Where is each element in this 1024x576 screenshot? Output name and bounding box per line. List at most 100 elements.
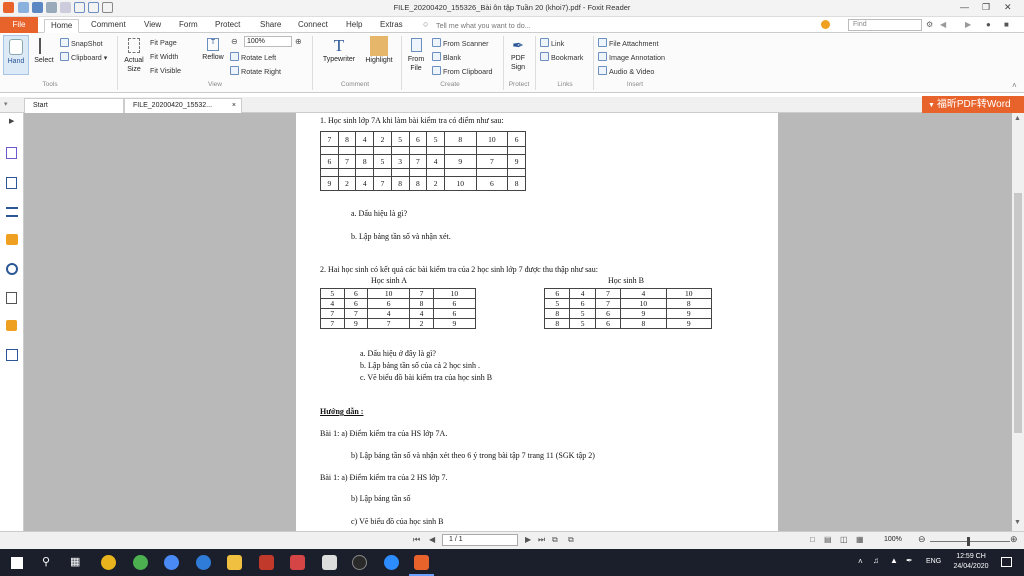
bookmarks-icon[interactable] [6, 147, 17, 159]
app-icon[interactable] [290, 555, 305, 570]
fit-visible-button[interactable]: Fit Visible [150, 66, 181, 75]
tab-view[interactable]: View [138, 19, 167, 33]
coccoc-icon[interactable] [133, 555, 148, 570]
close-button[interactable]: ✕ [1004, 2, 1012, 13]
prev-page-icon[interactable]: ◀ [429, 535, 435, 544]
thumbs-icon[interactable] [821, 20, 830, 29]
scroll-up-icon[interactable]: ▲ [1014, 115, 1021, 122]
link-button[interactable]: Link [540, 38, 564, 48]
from-scanner-button[interactable]: From Scanner [432, 38, 489, 48]
network-icon[interactable]: ▲ [890, 556, 898, 565]
tab-home[interactable]: Home [44, 19, 80, 33]
prev-view-icon[interactable]: ⧉ [552, 535, 558, 545]
hand-button[interactable]: Hand [3, 35, 29, 75]
zoom-in-icon[interactable]: ⊕ [295, 37, 302, 46]
pen-tray-icon[interactable]: ✒ [906, 556, 913, 565]
zoom-app-icon[interactable] [384, 555, 399, 570]
user-icon[interactable]: ● [986, 20, 991, 29]
zoom-in-status-icon[interactable]: ⊕ [1010, 534, 1018, 545]
tab-comment[interactable]: Comment [85, 19, 132, 33]
tab-help[interactable]: Help [340, 19, 368, 33]
layers-icon[interactable] [6, 207, 18, 217]
browser-icon[interactable] [164, 555, 179, 570]
last-page-icon[interactable]: ⏭ [538, 535, 545, 545]
blank-button[interactable]: Blank [432, 52, 461, 62]
pages-icon[interactable] [6, 177, 17, 189]
select-button[interactable]: Select [32, 35, 56, 75]
tab-list-icon[interactable]: ▾ [4, 100, 8, 108]
comments-icon[interactable] [6, 234, 18, 245]
find-input[interactable]: Find [848, 19, 922, 31]
next-result-icon[interactable]: ▶ [965, 20, 971, 29]
unikey-icon[interactable] [352, 555, 367, 570]
search-icon[interactable]: ⚲ [42, 555, 50, 568]
tray-chevron-icon[interactable]: ˄ [858, 557, 863, 566]
tab-document[interactable]: FILE_20200420_15532... × [124, 98, 242, 113]
zoom-slider[interactable] [930, 541, 1010, 542]
file-attachment-button[interactable]: File Attachment [598, 38, 659, 48]
find-options-icon[interactable]: ⚙ [926, 20, 933, 29]
volume-icon[interactable]: ♫ [873, 556, 879, 565]
facing-icon[interactable]: ◫ [840, 535, 848, 544]
tab-file[interactable]: File [0, 17, 38, 33]
close-tab-icon[interactable]: × [232, 99, 236, 113]
scroll-thumb[interactable] [1014, 193, 1022, 433]
rotate-right-button[interactable]: Rotate Right [230, 66, 281, 76]
next-view-icon[interactable]: ⧉ [568, 535, 574, 545]
image-annotation-button[interactable]: Image Annotation [598, 52, 665, 62]
tab-start[interactable]: Start [24, 98, 124, 113]
continuous-facing-icon[interactable]: ▦ [856, 535, 864, 544]
from-clipboard-button[interactable]: From Clipboard [432, 66, 493, 76]
continuous-icon[interactable]: ▤ [824, 535, 832, 544]
next-page-icon[interactable]: ▶ [525, 535, 531, 544]
app-grid-icon[interactable] [259, 555, 274, 570]
typewriter-button[interactable]: T Typewriter [318, 36, 360, 76]
tab-protect[interactable]: Protect [209, 19, 246, 33]
task-view-icon[interactable]: ▦ [70, 555, 80, 568]
calculator-icon[interactable] [322, 555, 337, 570]
highlight-button[interactable]: Highlight [362, 36, 396, 76]
attachments-icon[interactable] [6, 263, 18, 275]
minimize-button[interactable]: — [960, 2, 969, 12]
file-explorer-icon[interactable] [227, 555, 242, 570]
single-page-icon[interactable]: □ [810, 535, 815, 544]
snapshot-button[interactable]: SnapShot [60, 38, 103, 48]
first-page-icon[interactable]: ⏮ [413, 535, 420, 545]
reflow-button[interactable]: T Reflow [199, 36, 227, 76]
zoom-select[interactable]: 100% [244, 36, 292, 47]
foxit-taskbar-icon[interactable] [414, 555, 429, 570]
prev-result-icon[interactable]: ◀ [940, 20, 946, 29]
scroll-down-icon[interactable]: ▼ [1014, 519, 1021, 526]
pdf-to-word-button[interactable]: ▼ 福昕PDF转Word [922, 96, 1024, 113]
windows-start-icon[interactable] [11, 557, 23, 569]
zoom-slider-thumb[interactable] [967, 537, 970, 546]
audio-video-button[interactable]: Audio & Video [598, 66, 654, 76]
signatures-icon[interactable] [6, 292, 17, 304]
clipboard-button[interactable]: Clipboard ▾ [60, 52, 107, 62]
notification-icon[interactable] [1001, 557, 1012, 567]
clock[interactable]: 12:59 CH 24/04/2020 [948, 552, 994, 572]
bookmark-button[interactable]: Bookmark [540, 52, 583, 62]
language-indicator[interactable]: ENG [926, 558, 941, 565]
tab-extras[interactable]: Extras [374, 19, 409, 33]
expand-panel-icon[interactable]: ▶ [9, 117, 14, 125]
vertical-scrollbar[interactable]: ▲ ▼ [1012, 113, 1024, 531]
fit-page-button[interactable]: Fit Page [150, 38, 177, 47]
zoom-out-icon[interactable]: ⊖ [231, 37, 238, 46]
tab-share[interactable]: Share [254, 19, 287, 33]
rotate-left-button[interactable]: Rotate Left [230, 52, 276, 62]
collapse-ribbon-icon[interactable]: ˄ [1012, 81, 1017, 90]
restore-button[interactable]: ❐ [982, 2, 990, 13]
edge-icon[interactable] [196, 555, 211, 570]
tell-me-input[interactable]: Tell me what you want to do... [436, 21, 531, 30]
security-icon[interactable] [6, 320, 17, 331]
document-canvas[interactable]: 1. Học sinh lớp 7A khi làm bài kiểm tra … [24, 113, 1012, 531]
zoom-out-status-icon[interactable]: ⊖ [918, 534, 926, 545]
tab-form[interactable]: Form [173, 19, 204, 33]
chrome-icon[interactable] [101, 555, 116, 570]
tab-connect[interactable]: Connect [292, 19, 334, 33]
fit-width-button[interactable]: Fit Width [150, 52, 178, 61]
ribbon-options-icon[interactable]: ■ [1004, 20, 1009, 29]
pdf-sign-button[interactable]: ✒ PDF Sign [506, 36, 530, 76]
from-file-button[interactable]: From File [405, 36, 427, 76]
